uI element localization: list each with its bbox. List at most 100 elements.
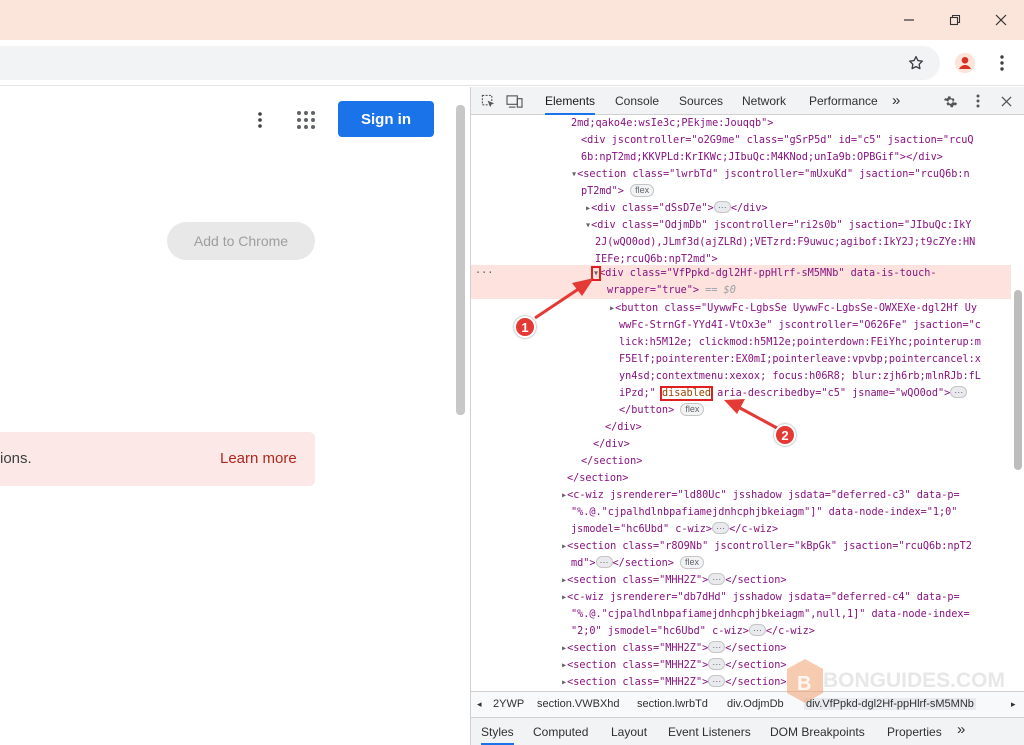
google-apps-button[interactable] <box>295 109 317 131</box>
tab-network[interactable]: Network <box>742 87 786 115</box>
banner-text: ions. <box>0 450 32 467</box>
watermark: B BONGUIDES.COM <box>785 655 1005 711</box>
dom-line: "%.@."cjpalhdlnbpafiamejdnhcphjbkeiagm",… <box>571 609 970 620</box>
more-options-button[interactable] <box>250 109 270 131</box>
dom-line: pT2md"> flex <box>581 183 655 200</box>
ellipsis-badge[interactable]: ··· <box>708 573 726 585</box>
inspect-element-button[interactable] <box>479 92 497 110</box>
bookmark-button[interactable] <box>904 51 928 75</box>
tab-sources[interactable]: Sources <box>679 87 723 115</box>
tab-styles[interactable]: Styles <box>481 725 514 745</box>
dom-line: md"> ··· </section> flex <box>571 555 705 572</box>
info-banner: ions. Learn more <box>0 432 315 486</box>
inspect-icon <box>481 94 494 107</box>
kebab-icon <box>976 94 980 108</box>
more-tabs-button[interactable]: » <box>892 87 900 115</box>
dom-line: </section> <box>581 456 643 467</box>
dom-line[interactable]: <div jscontroller="o2G9me" class="gSrP5d… <box>581 132 974 149</box>
devtools-menu-button[interactable] <box>969 92 987 110</box>
tab-computed[interactable]: Computed <box>533 725 588 739</box>
dom-line: lick:h5M12e; clickmod:h5M12e;pointerdown… <box>619 337 981 348</box>
dom-line[interactable]: ▸<section class="r8O9Nb" jscontroller="k… <box>561 538 972 555</box>
scroll-right-icon[interactable]: ▸ <box>1011 699 1016 710</box>
close-window-button[interactable] <box>978 0 1024 40</box>
dom-line[interactable]: ▸<section class="MHH2Z"> ··· </section> <box>561 657 787 674</box>
tab-event-listeners[interactable]: Event Listeners <box>668 725 751 739</box>
profile-button[interactable] <box>953 51 977 75</box>
device-toolbar-button[interactable] <box>505 92 523 110</box>
ellipsis-badge[interactable]: ··· <box>708 658 726 670</box>
svg-text:B: B <box>797 673 811 695</box>
dom-line: wwFc-StrnGf-YYd4I-VtOx3e" jscontroller="… <box>619 320 981 331</box>
device-icon <box>505 94 523 108</box>
tab-elements[interactable]: Elements <box>545 87 596 115</box>
dom-line[interactable]: ▸<c-wiz jsrenderer="db7dHd" jsshadow jsd… <box>561 589 960 606</box>
annotation-badge-1: 1 <box>514 316 536 338</box>
add-to-chrome-button: Add to Chrome <box>167 222 315 260</box>
styles-pane-tabs: Styles Computed Layout Event Listeners D… <box>471 717 1024 745</box>
minimize-button[interactable] <box>886 0 932 40</box>
restore-button[interactable] <box>932 0 978 40</box>
dom-line: </div> <box>605 422 642 433</box>
ellipsis-badge[interactable]: ··· <box>595 556 613 568</box>
ellipsis-badge[interactable]: ··· <box>708 641 726 653</box>
devtools-panel: Elements Console Sources Network Perform… <box>470 87 1024 745</box>
kebab-icon <box>258 112 262 128</box>
watermark-text: BONGUIDES.COM <box>823 669 1006 692</box>
tab-console[interactable]: Console <box>615 87 659 115</box>
ellipsis-badge[interactable]: ··· <box>713 201 731 213</box>
flex-badge[interactable]: flex <box>680 556 705 569</box>
gear-icon <box>943 95 957 107</box>
tab-layout[interactable]: Layout <box>611 725 647 739</box>
dom-line[interactable]: 2md;qako4e:wsIe3c;PEkjme:Jouqqb"> <box>571 115 773 132</box>
ellipsis-badge[interactable]: ··· <box>708 675 726 687</box>
annotation-badge-2: 2 <box>774 424 796 446</box>
more-tabs-button[interactable]: » <box>957 721 965 738</box>
close-devtools-button[interactable] <box>997 92 1015 110</box>
ellipsis-badge[interactable]: ··· <box>712 522 730 534</box>
page-scrollbar[interactable] <box>456 105 465 415</box>
dom-tree-scrollbar[interactable] <box>1014 290 1022 470</box>
apps-grid-icon <box>297 111 315 129</box>
dom-line-selected: wrapper="true"> == $0 <box>607 285 736 296</box>
browser-menu-button[interactable] <box>990 51 1014 75</box>
dom-line-selected[interactable]: ▾<div class="VfPpkd-dgl2Hf-ppHlrf-sM5MNb… <box>590 265 936 282</box>
address-bar[interactable] <box>0 46 940 80</box>
dom-line[interactable]: ▸<button class="UywwFc-LgbsSe UywwFc-Lgb… <box>609 300 977 317</box>
sign-in-button[interactable]: Sign in <box>338 101 434 137</box>
minimize-icon <box>904 19 914 21</box>
dom-line: "2;0" jsmodel="hc6Ubd" c-wiz> ··· </c-wiz> <box>571 624 815 637</box>
tab-properties[interactable]: Properties <box>887 725 942 739</box>
dom-line[interactable]: ▸<section class="MHH2Z"> ··· </section> <box>561 674 787 687</box>
dom-line[interactable]: ▸<section class="MHH2Z"> ··· </section> <box>561 572 787 589</box>
breadcrumb-item[interactable]: div.OdjmDb <box>727 698 784 710</box>
tab-dom-breakpoints[interactable]: DOM Breakpoints <box>770 725 865 739</box>
restore-icon <box>949 14 961 26</box>
ellipsis-badge[interactable]: ··· <box>748 624 766 636</box>
dom-line: "%.@."cjpalhdlnbpafiamejdnhcphjbkeiagm"]… <box>571 507 958 518</box>
dom-line: iPzd;" disabled aria-describedby="c5" js… <box>619 385 968 402</box>
ellipsis-badge[interactable]: ··· <box>950 386 968 398</box>
dom-line: F5Elf;pointerenter:EX0mI;pointerleave:vp… <box>619 354 981 365</box>
dom-line[interactable]: ▸<div class="dSsD7e"> ··· </div> <box>585 200 768 217</box>
breadcrumb-item[interactable]: section.lwrbTd <box>637 698 708 710</box>
breadcrumb-item[interactable]: 2YWP <box>493 698 524 710</box>
devtools-settings-button[interactable] <box>941 92 959 110</box>
learn-more-link[interactable]: Learn more <box>220 450 297 467</box>
tab-performance[interactable]: Performance <box>809 87 878 115</box>
row-options-dots[interactable]: ··· <box>475 265 493 282</box>
devtools-tab-bar: Elements Console Sources Network Perform… <box>471 87 1024 115</box>
dom-line: jsmodel="hc6Ubd" c-wiz> ··· </c-wiz> <box>571 522 779 535</box>
flex-badge[interactable]: flex <box>680 403 705 416</box>
profile-icon <box>954 52 976 74</box>
dom-line[interactable]: ▸<c-wiz jsrenderer="ld80Uc" jsshadow jsd… <box>561 487 960 504</box>
dom-line[interactable]: ▾<section class="lwrbTd" jscontroller="m… <box>571 166 970 183</box>
scroll-left-icon[interactable]: ◂ <box>477 699 482 710</box>
breadcrumb-item[interactable]: section.VWBXhd <box>537 698 620 710</box>
flex-badge[interactable]: flex <box>630 184 655 197</box>
dom-line[interactable]: ▸<section class="MHH2Z"> ··· </section> <box>561 640 787 657</box>
web-page: Sign in Add to Chrome ions. Learn more <box>0 87 470 745</box>
disabled-attribute[interactable]: disabled <box>659 386 714 401</box>
dom-line: </div> <box>593 439 630 450</box>
dom-line[interactable]: ▾<div class="OdjmDb" jscontroller="ri2s0… <box>585 217 971 234</box>
